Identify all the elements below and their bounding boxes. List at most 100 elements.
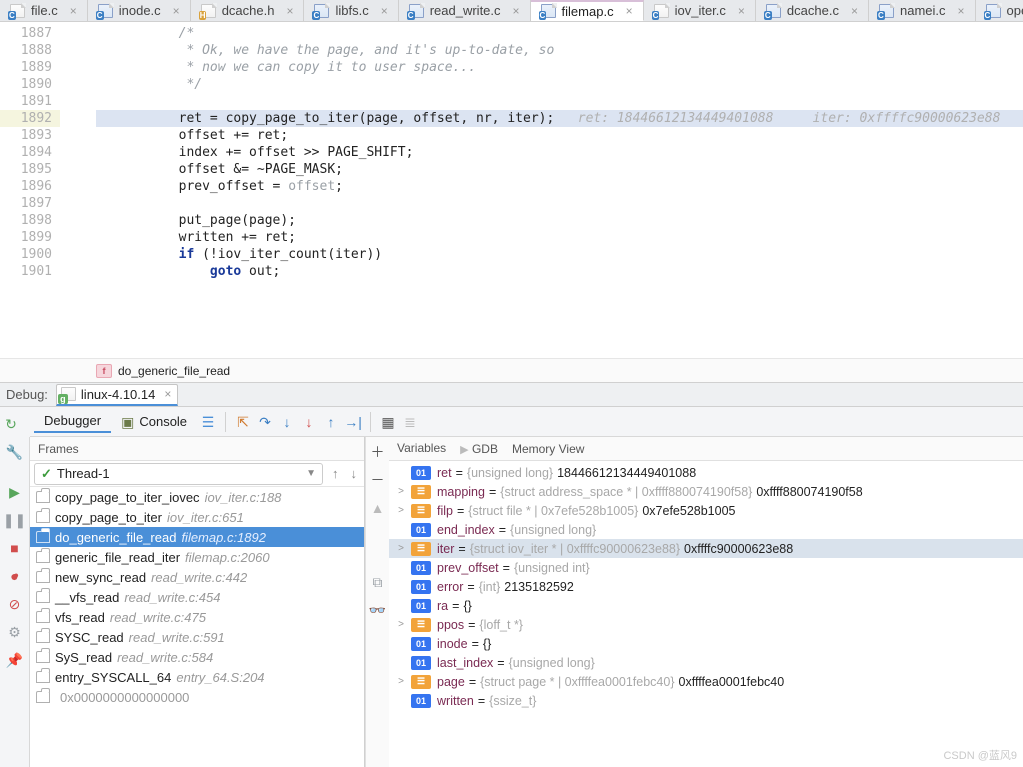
tab-namei-c[interactable]: Cnamei.c× xyxy=(869,0,976,21)
close-icon[interactable]: × xyxy=(626,4,633,18)
run-config-chip[interactable]: linux-4.10.14 × xyxy=(56,384,178,406)
variable-row[interactable]: >☰ filp = {struct file * | 0x7efe528b100… xyxy=(389,501,1023,520)
debug-side-toolbar: 🔧 ▶ ❚❚ ■ ●● ⊘ ⚙ 📌 xyxy=(0,437,30,767)
close-icon[interactable]: × xyxy=(173,4,180,18)
code-area[interactable]: /* * Ok, we have the page, and it's up-t… xyxy=(96,22,1023,358)
close-icon[interactable]: × xyxy=(513,4,520,18)
console-icon: ▣ xyxy=(121,415,134,429)
primitive-icon: 01 xyxy=(411,561,431,575)
frame-icon xyxy=(36,571,50,583)
stack-frame[interactable]: entry_SYSCALL_64 entry_64.S:204 xyxy=(30,667,364,687)
frame-icon xyxy=(36,531,50,543)
tab-read_write-c[interactable]: Cread_write.c× xyxy=(399,0,531,21)
tab-filemap-c[interactable]: Cfilemap.c× xyxy=(531,0,644,21)
pause-button[interactable]: ❚❚ xyxy=(4,509,26,531)
tab-libfs-c[interactable]: Clibfs.c× xyxy=(304,0,398,21)
wrench-icon[interactable]: 🔧 xyxy=(4,441,26,463)
prev-frame-button[interactable]: ↑ xyxy=(329,466,342,481)
resume-button[interactable]: ▶ xyxy=(4,481,26,503)
close-icon[interactable]: × xyxy=(958,4,965,18)
variable-row[interactable]: 01 prev_offset = {unsigned int} xyxy=(389,558,1023,577)
tab-debugger[interactable]: Debugger xyxy=(34,411,111,433)
file-c-icon: C xyxy=(409,4,424,18)
tab-gdb[interactable]: ▶ GDB xyxy=(460,442,498,456)
close-icon[interactable]: × xyxy=(70,4,77,18)
minus-icon[interactable]: － xyxy=(367,469,389,491)
variable-row[interactable]: >☰ iter = {struct iov_iter * | 0xffffc90… xyxy=(389,539,1023,558)
tab-inode-c[interactable]: Cinode.c× xyxy=(88,0,191,21)
close-icon[interactable]: × xyxy=(738,4,745,18)
close-icon[interactable]: × xyxy=(381,4,388,18)
frame-list[interactable]: copy_page_to_iter_iovec iov_iter.c:188co… xyxy=(30,487,364,767)
glasses-icon[interactable]: 👓 xyxy=(367,599,389,621)
stack-frame[interactable]: SYSC_read read_write.c:591 xyxy=(30,627,364,647)
variable-row[interactable]: 01 ra = {} xyxy=(389,596,1023,615)
tab-console[interactable]: ▣ Console xyxy=(111,411,197,433)
show-execution-point-button[interactable]: ⇱ xyxy=(232,411,254,433)
watermark: CSDN @蓝风9 xyxy=(943,747,1017,763)
step-into-button[interactable]: ↓ xyxy=(276,411,298,433)
view-breakpoints-button[interactable]: ●● xyxy=(4,565,26,587)
stack-frame[interactable]: __vfs_read read_write.c:454 xyxy=(30,587,364,607)
frames-panel: Frames ✓ Thread-1 ▼ ↑ ↓ copy_page_to_ite… xyxy=(30,437,365,767)
struct-icon: ☰ xyxy=(411,504,431,518)
breadcrumb[interactable]: f do_generic_file_read xyxy=(0,358,1023,382)
tab-file-c[interactable]: Cfile.c× xyxy=(0,0,88,21)
stack-frame[interactable]: copy_page_to_iter iov_iter.c:651 xyxy=(30,507,364,527)
threads-button[interactable]: ☰ xyxy=(197,411,219,433)
variable-row[interactable]: 01 written = {ssize_t} xyxy=(389,691,1023,710)
settings-button[interactable]: ⚙ xyxy=(4,621,26,643)
step-out-button[interactable]: ↑ xyxy=(320,411,342,433)
copy-icon[interactable]: ⧉ xyxy=(367,571,389,593)
force-step-into-button[interactable]: ↓ xyxy=(298,411,320,433)
stack-frame[interactable]: new_sync_read read_write.c:442 xyxy=(30,567,364,587)
struct-icon: ☰ xyxy=(411,675,431,689)
stack-frame[interactable]: vfs_read read_write.c:475 xyxy=(30,607,364,627)
variable-row[interactable]: 01 last_index = {unsigned long} xyxy=(389,653,1023,672)
tab-variables[interactable]: Variables xyxy=(397,441,446,457)
stack-frame[interactable]: do_generic_file_read filemap.c:1892 xyxy=(30,527,364,547)
up-arrow-icon[interactable]: ▲ xyxy=(367,497,389,519)
pin-button[interactable]: 📌 xyxy=(4,649,26,671)
run-to-cursor-button[interactable]: →| xyxy=(342,411,364,433)
variable-row[interactable]: >☰ mapping = {struct address_space * | 0… xyxy=(389,482,1023,501)
step-over-button[interactable]: ↷ xyxy=(254,411,276,433)
thread-name: Thread-1 xyxy=(57,466,110,481)
variable-row[interactable]: 01 ret = {unsigned long} 184466121344494… xyxy=(389,463,1023,482)
file-c-icon: C xyxy=(879,4,894,18)
stack-frame[interactable]: generic_file_read_iter filemap.c:2060 xyxy=(30,547,364,567)
thread-selector[interactable]: ✓ Thread-1 ▼ xyxy=(34,463,323,485)
tab-memory-view[interactable]: Memory View xyxy=(512,442,584,456)
run-config-icon xyxy=(61,387,76,401)
stop-button[interactable]: ■ xyxy=(4,537,26,559)
more-button[interactable]: ≣ xyxy=(399,411,421,433)
primitive-icon: 01 xyxy=(411,599,431,613)
frame-icon xyxy=(36,591,50,603)
mute-breakpoints-button[interactable]: ⊘ xyxy=(4,593,26,615)
variable-list[interactable]: 01 ret = {unsigned long} 184466121344494… xyxy=(389,461,1023,767)
frames-header: Frames xyxy=(30,437,364,461)
plus-icon[interactable]: ＋ xyxy=(367,441,389,463)
variable-row[interactable]: 01 inode = {} xyxy=(389,634,1023,653)
close-icon[interactable]: × xyxy=(851,4,858,18)
tab-dcache-c[interactable]: Cdcache.c× xyxy=(756,0,869,21)
tab-iov_iter-c[interactable]: Ciov_iter.c× xyxy=(644,0,756,21)
variable-row[interactable]: 01 end_index = {unsigned long} xyxy=(389,520,1023,539)
stack-frame[interactable]: copy_page_to_iter_iovec iov_iter.c:188 xyxy=(30,487,364,507)
variable-row[interactable]: >☰ ppos = {loff_t *} xyxy=(389,615,1023,634)
tab-open[interactable]: Copen× xyxy=(976,0,1023,21)
variable-row[interactable]: 01 error = {int} 2135182592 xyxy=(389,577,1023,596)
evaluate-expression-button[interactable]: ▦ xyxy=(377,411,399,433)
close-icon[interactable]: × xyxy=(164,387,171,401)
stack-frame[interactable]: 0x0000000000000000 xyxy=(30,687,364,707)
frame-icon xyxy=(36,511,50,523)
close-icon[interactable]: × xyxy=(286,4,293,18)
frame-icon xyxy=(36,611,50,623)
tab-dcache-h[interactable]: Hdcache.h× xyxy=(191,0,305,21)
rerun-button[interactable]: ↻ xyxy=(0,413,22,435)
breadcrumb-label: do_generic_file_read xyxy=(118,359,230,383)
variable-row[interactable]: >☰ page = {struct page * | 0xffffea0001f… xyxy=(389,672,1023,691)
stack-frame[interactable]: SyS_read read_write.c:584 xyxy=(30,647,364,667)
next-frame-button[interactable]: ↓ xyxy=(348,466,361,481)
debug-header: Debug: linux-4.10.14 × xyxy=(0,382,1023,407)
